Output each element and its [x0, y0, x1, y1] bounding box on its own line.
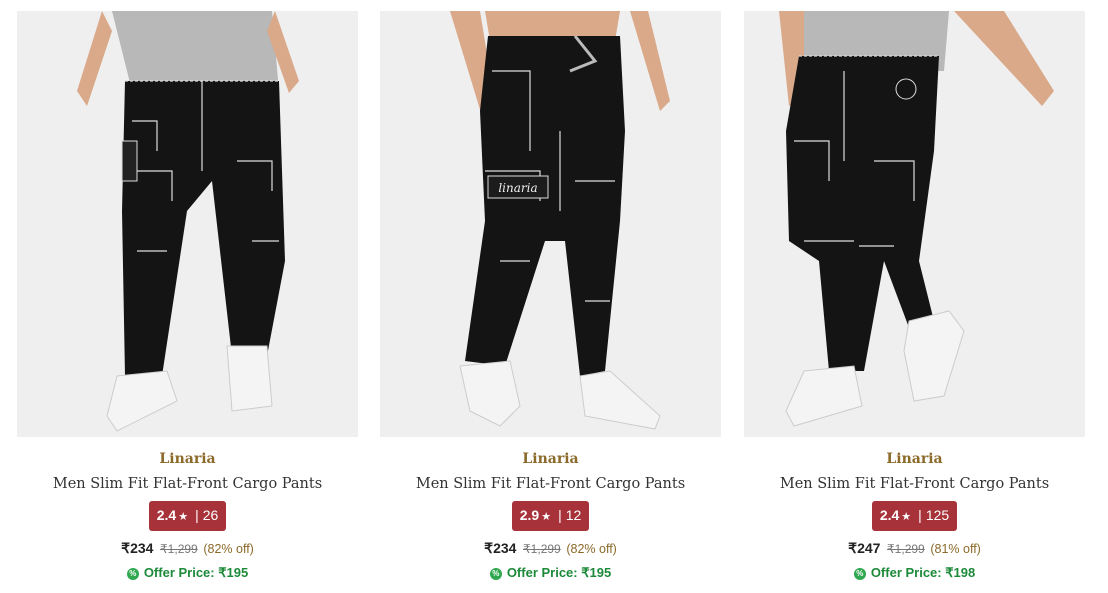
- discount-percent: (82% off): [566, 542, 617, 556]
- product-grid: Linaria Men Slim Fit Flat-Front Cargo Pa…: [0, 0, 1108, 593]
- product-card[interactable]: linaria Linaria Men Slim Fit Flat-Front …: [380, 11, 721, 581]
- brand-name[interactable]: Linaria: [380, 450, 721, 468]
- product-title[interactable]: Men Slim Fit Flat-Front Cargo Pants: [744, 474, 1085, 494]
- rating-badge: 2.9 ★ | 12: [511, 501, 590, 531]
- product-card[interactable]: Linaria Men Slim Fit Flat-Front Cargo Pa…: [17, 11, 358, 581]
- mrp-price: ₹1,299: [887, 542, 925, 556]
- price-row: ₹247 ₹1,299 (81% off): [744, 540, 1085, 557]
- selling-price: ₹247: [848, 540, 881, 556]
- product-title[interactable]: Men Slim Fit Flat-Front Cargo Pants: [380, 474, 721, 494]
- offer-percent-icon: %: [126, 568, 139, 580]
- offer-price: Offer Price: ₹195: [506, 565, 612, 580]
- brand-name[interactable]: Linaria: [17, 450, 358, 468]
- offer-price-row: % Offer Price: ₹198: [744, 565, 1085, 581]
- rating-score: 2.4: [156, 507, 177, 523]
- selling-price: ₹234: [484, 540, 517, 556]
- offer-price: Offer Price: ₹198: [870, 565, 976, 580]
- product-title[interactable]: Men Slim Fit Flat-Front Cargo Pants: [17, 474, 358, 494]
- rating-separator: |: [918, 507, 922, 523]
- rating-score: 2.4: [879, 507, 900, 523]
- review-count: 125: [925, 507, 950, 523]
- offer-price-row: % Offer Price: ₹195: [380, 565, 721, 581]
- rating-badge: 2.4 ★ | 125: [871, 501, 958, 531]
- review-count: 12: [565, 507, 582, 523]
- brand-name[interactable]: Linaria: [744, 450, 1085, 468]
- product-card[interactable]: Linaria Men Slim Fit Flat-Front Cargo Pa…: [744, 11, 1085, 581]
- mrp-price: ₹1,299: [160, 542, 198, 556]
- rating-separator: |: [558, 507, 562, 523]
- rating-separator: |: [195, 507, 199, 523]
- discount-percent: (82% off): [203, 542, 254, 556]
- product-image[interactable]: linaria: [380, 11, 721, 437]
- star-icon: ★: [178, 511, 189, 523]
- price-row: ₹234 ₹1,299 (82% off): [17, 540, 358, 557]
- mrp-price: ₹1,299: [523, 542, 561, 556]
- offer-price: Offer Price: ₹195: [143, 565, 249, 580]
- offer-percent-icon: %: [489, 568, 502, 580]
- svg-text:linaria: linaria: [498, 181, 537, 195]
- offer-price-row: % Offer Price: ₹195: [17, 565, 358, 581]
- price-row: ₹234 ₹1,299 (82% off): [380, 540, 721, 557]
- discount-percent: (81% off): [930, 542, 981, 556]
- offer-percent-icon: %: [853, 568, 866, 580]
- star-icon: ★: [541, 511, 552, 523]
- product-image[interactable]: [17, 11, 358, 437]
- selling-price: ₹234: [121, 540, 154, 556]
- star-icon: ★: [901, 511, 912, 523]
- review-count: 26: [202, 507, 219, 523]
- rating-badge: 2.4 ★ | 26: [148, 501, 227, 531]
- product-image[interactable]: [744, 11, 1085, 437]
- rating-score: 2.9: [519, 507, 540, 523]
